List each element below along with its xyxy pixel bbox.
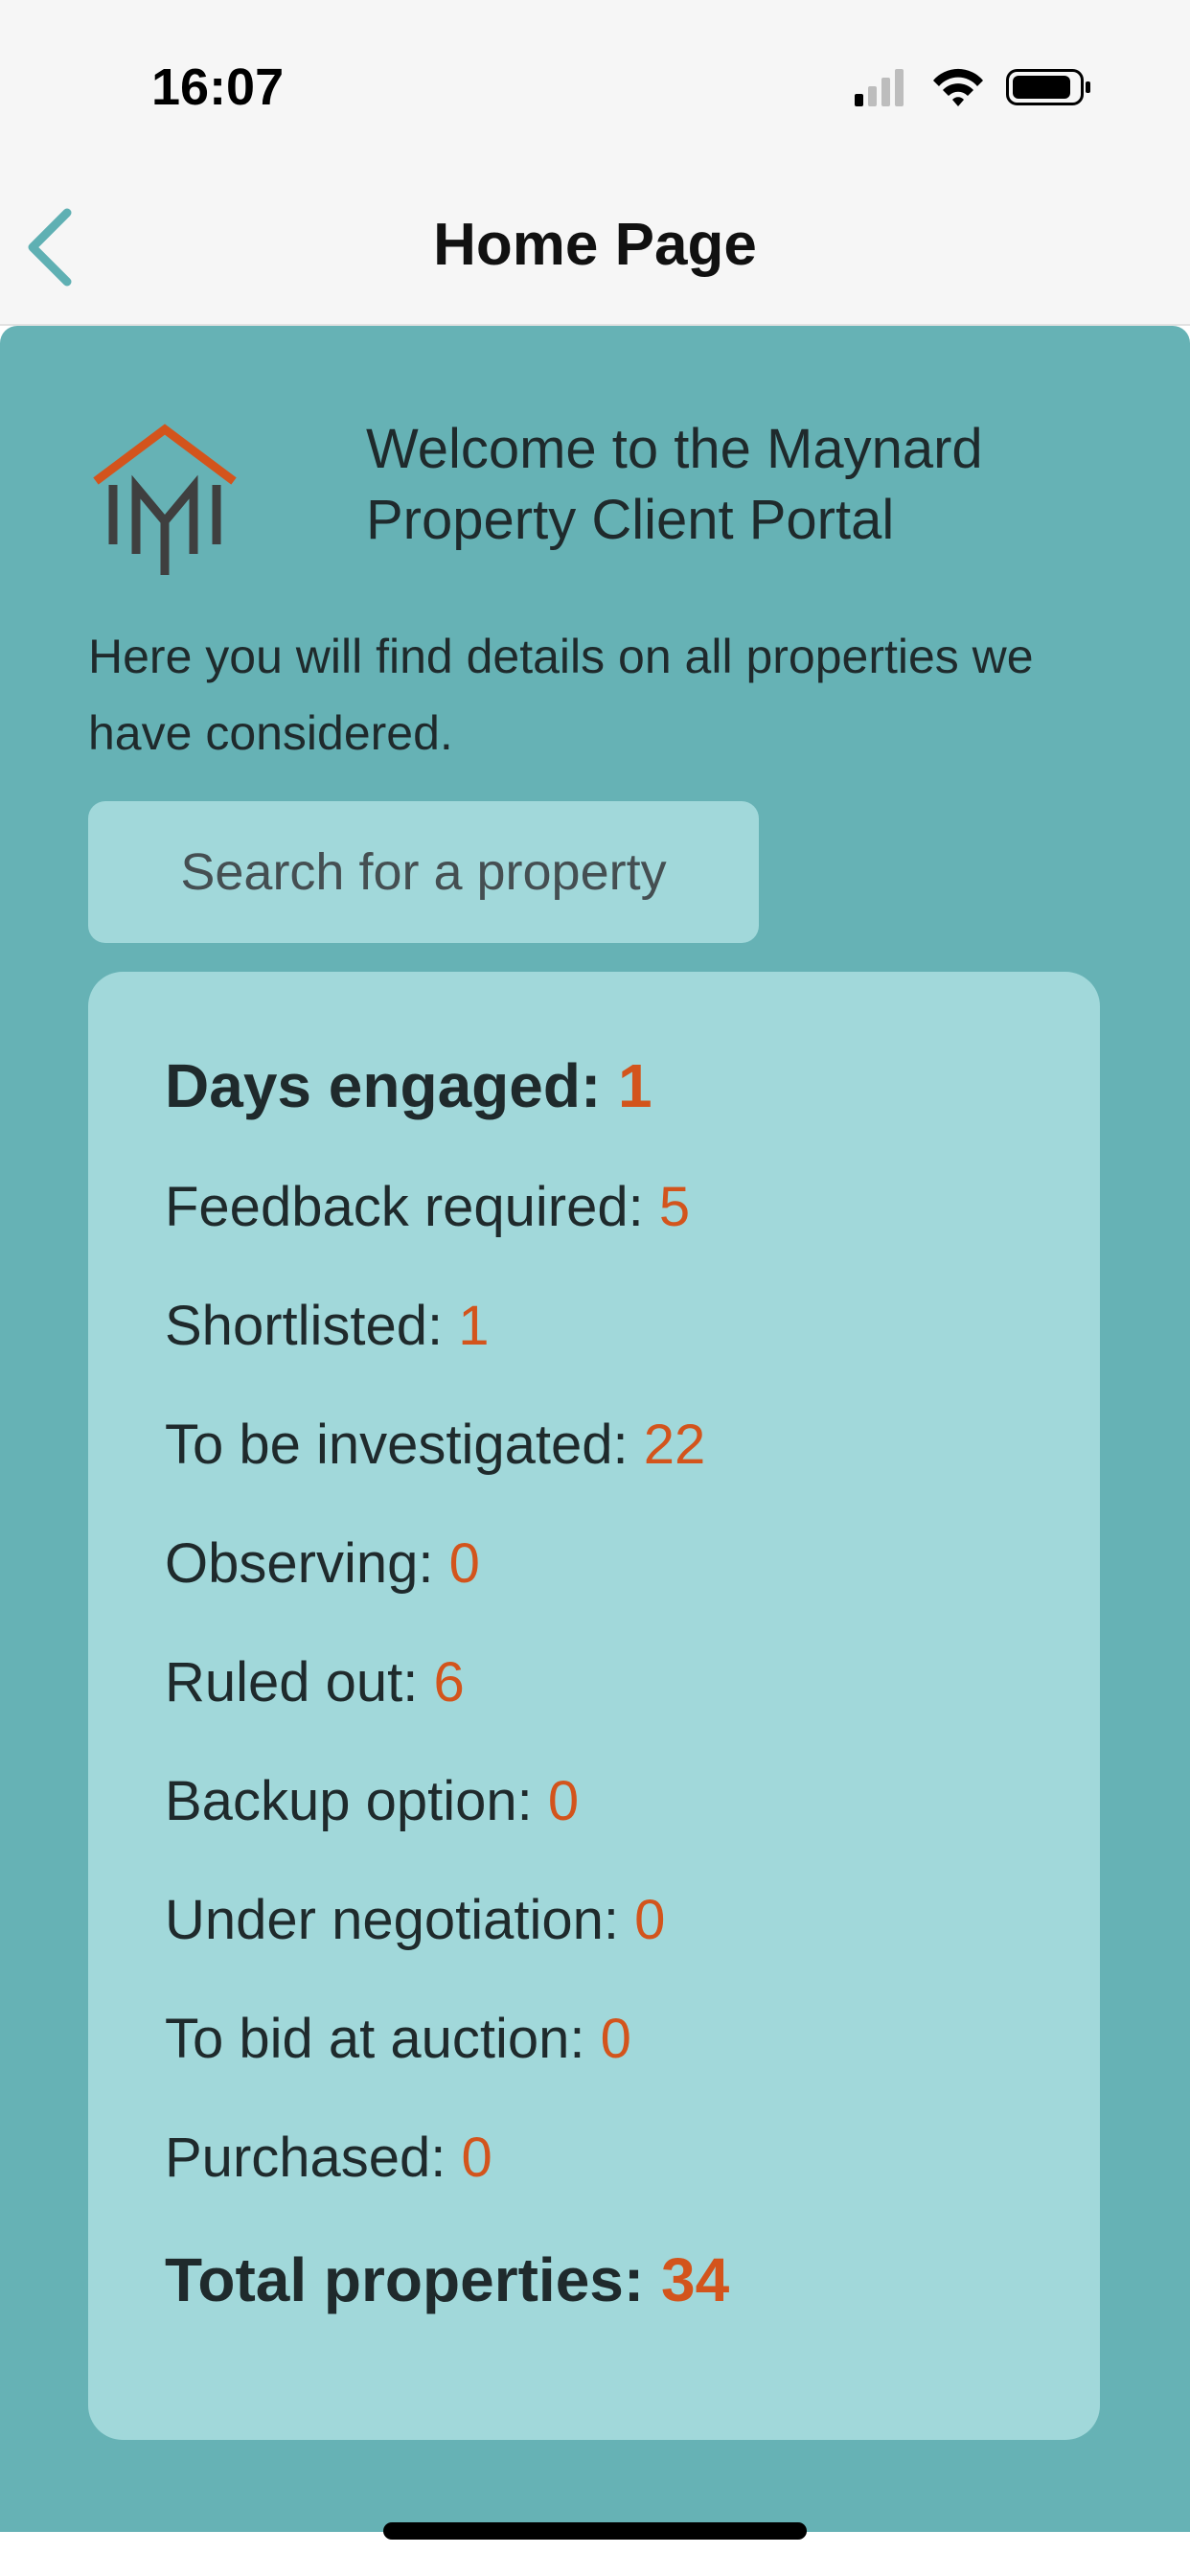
stats-card: Days engaged: 1 Feedback required: 5 Sho… — [88, 972, 1100, 2440]
stat-label: Purchased: — [165, 2127, 446, 2189]
welcome-line-1: Welcome to the Maynard — [366, 418, 983, 480]
stat-under-negotiation: Under negotiation: 0 — [165, 1888, 665, 1952]
intro-text: Here you will find details on all proper… — [88, 630, 1034, 760]
stat-label: Ruled out: — [165, 1651, 419, 1714]
stat-ruled-out: Ruled out: 6 — [165, 1650, 465, 1714]
status-bar: 16:07 — [0, 0, 1190, 172]
stat-label: To be investigated: — [165, 1414, 629, 1476]
stat-observing: Observing: 0 — [165, 1531, 480, 1596]
stat-value: 0 — [461, 2127, 492, 2189]
stat-label: Backup option: — [165, 1770, 533, 1832]
cellular-signal-icon — [855, 69, 904, 106]
battery-icon — [1006, 69, 1090, 105]
stat-purchased: Purchased: 0 — [165, 2126, 492, 2190]
status-time: 16:07 — [151, 58, 285, 116]
search-property-button[interactable]: Search for a property — [88, 801, 759, 943]
welcome-line-2: Property Client Portal — [366, 489, 895, 551]
stat-value: 6 — [433, 1651, 465, 1714]
stat-value: 0 — [600, 2008, 631, 2070]
stat-label: Total properties: — [165, 2245, 645, 2314]
page-title: Home Page — [433, 212, 757, 278]
stat-label: Days engaged: — [165, 1051, 602, 1120]
wifi-icon — [933, 68, 983, 106]
stat-value: 1 — [458, 1295, 490, 1357]
stat-to-bid-at-auction: To bid at auction: 0 — [165, 2007, 631, 2071]
stat-backup-option: Backup option: 0 — [165, 1769, 579, 1833]
stat-value: 0 — [547, 1770, 580, 1832]
stat-value: 22 — [643, 1414, 706, 1476]
stat-value: 34 — [660, 2245, 730, 2314]
stat-days-engaged: Days engaged: 1 — [165, 1050, 652, 1121]
welcome-heading: Welcome to the Maynard Property Client P… — [366, 414, 1152, 556]
stat-to-be-investigated: To be investigated: 22 — [165, 1413, 705, 1477]
stat-feedback-required: Feedback required: 5 — [165, 1175, 690, 1239]
maynard-logo — [93, 424, 237, 575]
stat-label: To bid at auction: — [165, 2008, 585, 2070]
stat-label: Shortlisted: — [165, 1295, 444, 1357]
stat-value: 0 — [448, 1532, 480, 1595]
stat-label: Observing: — [165, 1532, 434, 1595]
status-icons — [855, 68, 1090, 106]
stat-total-properties: Total properties: 34 — [165, 2244, 729, 2315]
home-indicator[interactable] — [383, 2522, 807, 2540]
main-content: Welcome to the Maynard Property Client P… — [0, 326, 1190, 2532]
stat-shortlisted: Shortlisted: 1 — [165, 1294, 490, 1358]
stat-label: Under negotiation: — [165, 1889, 619, 1951]
stat-value: 1 — [618, 1051, 652, 1120]
stat-label: Feedback required: — [165, 1176, 644, 1238]
stat-value: 0 — [634, 1889, 666, 1951]
navigation-bar: Home Page — [0, 172, 1190, 326]
stat-value: 5 — [658, 1176, 691, 1238]
